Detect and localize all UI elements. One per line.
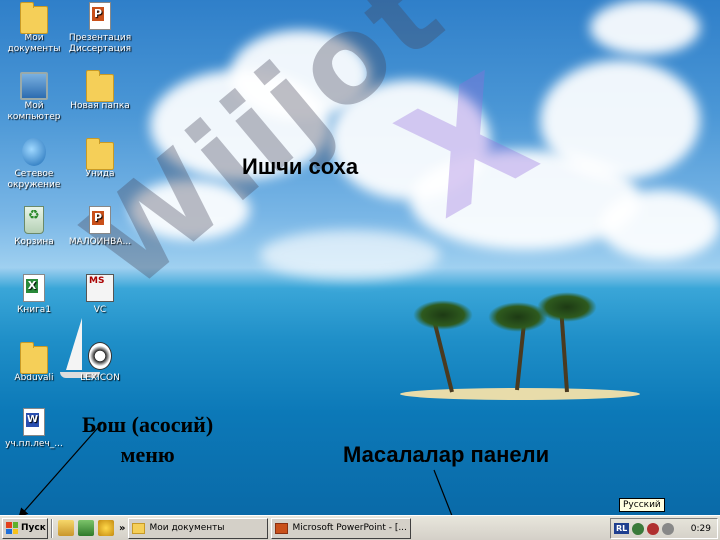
start-label: Пуск [21, 523, 46, 533]
desktop-icon-label: Мой компьютер [7, 101, 61, 122]
desktop-icon-presentation[interactable]: Презентация Диссертация [66, 2, 134, 55]
island [400, 388, 640, 400]
network-tray-icon[interactable] [632, 522, 645, 535]
quick-launch-media-icon[interactable] [98, 520, 114, 536]
system-tray: RL 0:29 [610, 518, 718, 539]
folder-icon [86, 138, 114, 170]
desktop-icon-network[interactable]: Сетевое окружение [0, 138, 68, 191]
task-button-powerpoint[interactable]: Microsoft PowerPoint - [... [271, 517, 412, 539]
taskbar-separator [51, 518, 53, 538]
palm-tree [432, 321, 454, 393]
folder-icon [20, 342, 48, 374]
language-indicator[interactable]: RL [614, 523, 630, 534]
windows-logo-icon [6, 522, 18, 534]
computer-icon [20, 72, 48, 100]
palm-tree [559, 312, 569, 393]
desktop-icon-my-computer[interactable]: Мой компьютер [0, 70, 68, 123]
palm-leaves [413, 300, 473, 330]
desktop-icon-vc[interactable]: VC [66, 274, 134, 316]
desktop-icon-label: Унида [85, 169, 115, 179]
desktop-icon-word-doc[interactable]: уч.пл.леч_... [0, 408, 68, 450]
annotation-start-menu: Бош (асосий) меню [82, 410, 213, 470]
powerpoint-file-icon [89, 2, 111, 30]
desktop-icon-kniga1[interactable]: Книга1 [0, 274, 68, 316]
annotation-start-menu-line1: Бош (асосий) [82, 412, 214, 437]
task-button-label: Microsoft PowerPoint - [... [292, 523, 407, 533]
desktop-icon-label: LEXICON [80, 373, 120, 383]
quick-launch-pencil-icon[interactable] [58, 520, 74, 536]
desktop-icon-maloinva[interactable]: МАЛОИНВА... [66, 206, 134, 248]
annotation-taskbar: Масалалар панели [343, 442, 550, 467]
quick-launch-desktop-icon[interactable] [78, 520, 94, 536]
folder-documents-icon [20, 2, 48, 34]
task-button-my-documents[interactable]: Мои документы [128, 517, 269, 539]
recycle-bin-icon [24, 206, 44, 234]
desktop-icon-recycle-bin[interactable]: Корзина [0, 206, 68, 248]
desktop-icon-label: Сетевое окружение [7, 169, 61, 190]
desktop-icon-label: Abduvali [14, 373, 54, 383]
desktop-icon-new-folder[interactable]: Новая папка [66, 70, 134, 112]
annotation-start-menu-line2: меню [120, 442, 175, 467]
desktop-icon-label: уч.пл.леч_... [5, 439, 63, 449]
msvc-icon [86, 274, 114, 302]
desktop-icon-label: Презентация Диссертация [68, 33, 132, 54]
network-icon [22, 138, 46, 166]
folder-icon [86, 70, 114, 102]
word-file-icon [23, 408, 45, 436]
taskbar: Пуск » Мои документы Microsoft PowerPoin… [0, 515, 720, 540]
desktop-icon-label: VC [93, 305, 107, 315]
language-tooltip: Русский [619, 498, 665, 512]
folder-icon [132, 522, 146, 534]
powerpoint-icon [275, 522, 289, 534]
speaker-tray-icon[interactable] [662, 522, 675, 535]
desktop-icon-my-documents[interactable]: Мои документы [0, 2, 68, 55]
lexicon-icon [88, 342, 112, 370]
start-button[interactable]: Пуск [2, 517, 48, 539]
desktop-icon-label: Мои документы [7, 33, 61, 54]
desktop-icon-unida[interactable]: Унида [66, 138, 134, 180]
antivirus-tray-icon[interactable] [647, 522, 660, 535]
task-button-label: Мои документы [149, 523, 225, 533]
desktop-wallpaper: X Wiijot Мои документы Мой компьютер Сет… [0, 0, 720, 515]
desktop-icon-abduvali[interactable]: Abduvali [0, 342, 68, 384]
quick-launch-chevron-icon[interactable]: » [119, 523, 125, 534]
desktop-icon-label: МАЛОИНВА... [68, 237, 132, 247]
desktop-icon-label: Корзина [14, 237, 54, 247]
excel-file-icon [23, 274, 45, 302]
palm-leaves [537, 292, 597, 322]
desktop-icon-label: Новая папка [70, 101, 130, 111]
powerpoint-file-icon [89, 206, 111, 234]
clock[interactable]: 0:29 [691, 524, 711, 534]
annotation-work-area: Ишчи соха [242, 154, 359, 179]
desktop-icon-label: Книга1 [16, 305, 52, 315]
desktop-icon-lexicon[interactable]: LEXICON [66, 342, 134, 384]
